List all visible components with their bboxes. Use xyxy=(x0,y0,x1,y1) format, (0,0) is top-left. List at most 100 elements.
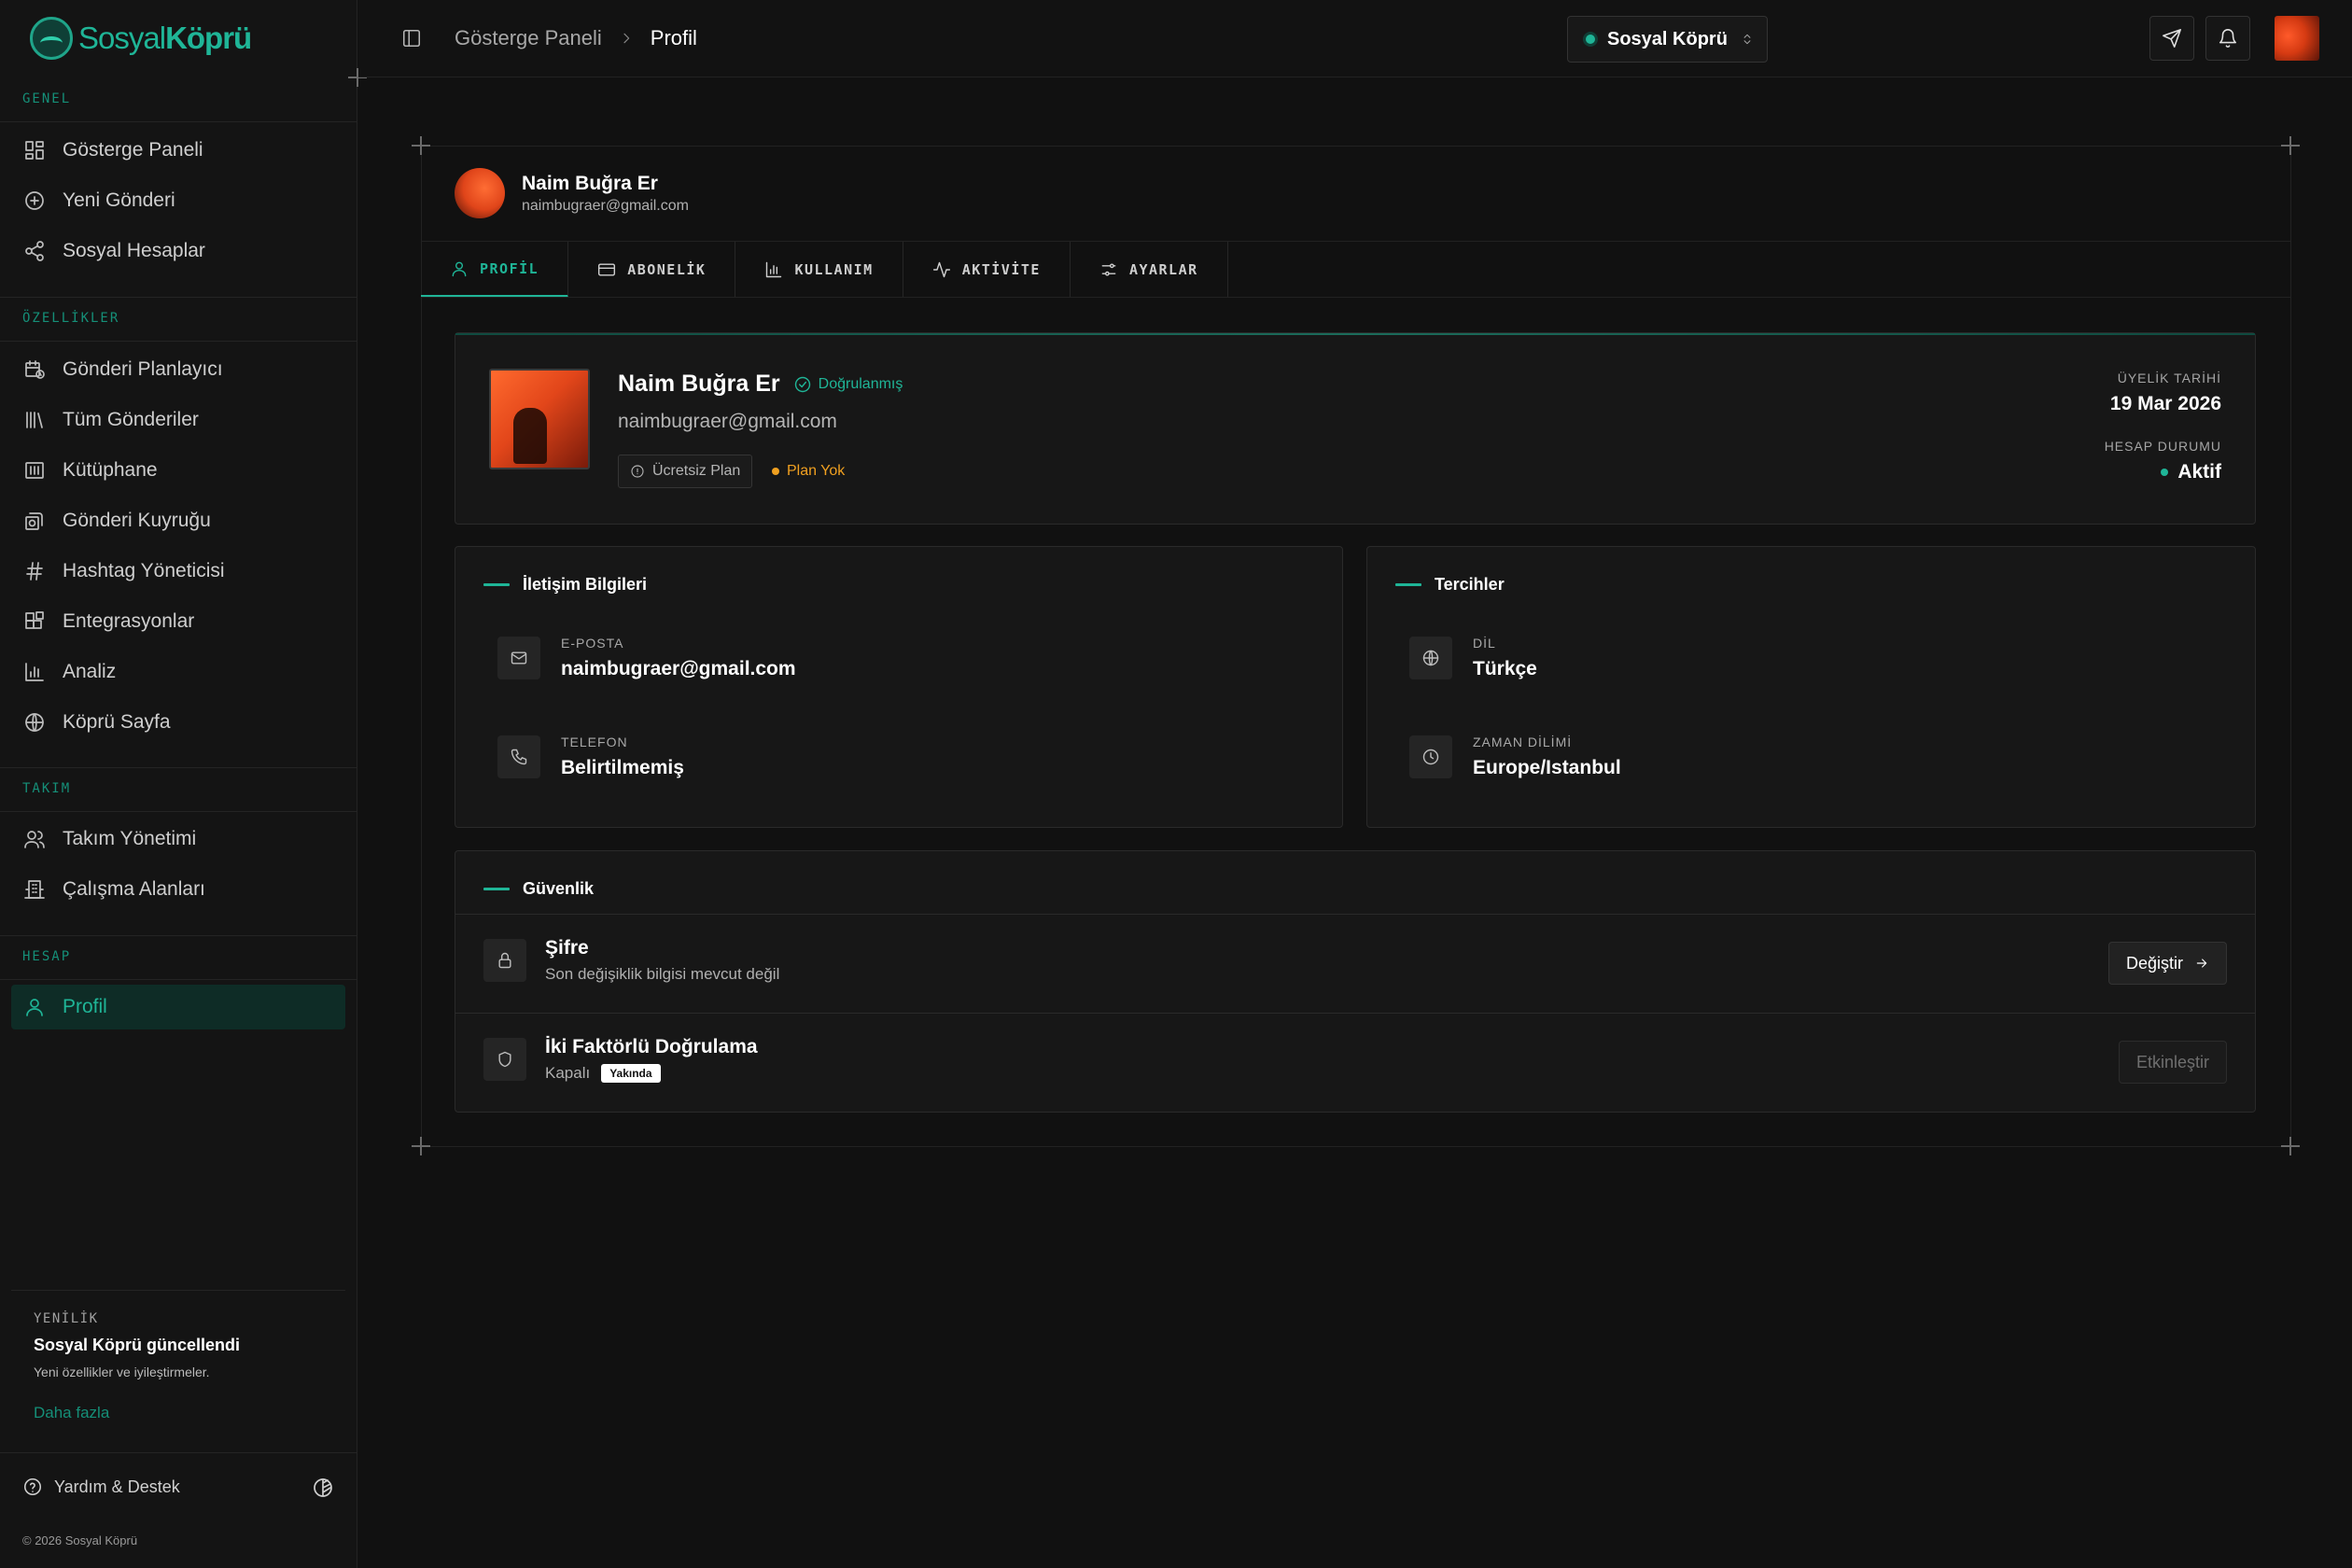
sidebar-toggle-icon[interactable] xyxy=(401,28,422,49)
brand-logo[interactable]: SosyalKöprü xyxy=(30,17,252,60)
sidebar-item-label: Gösterge Paneli xyxy=(63,139,203,161)
divider xyxy=(455,1013,2255,1014)
change-password-button[interactable]: Değiştir xyxy=(2107,942,2227,985)
sidebar-item-bridge-page[interactable]: Köprü Sayfa xyxy=(11,700,345,745)
lock-icon xyxy=(498,952,511,969)
sidebar-item-label: Gönderi Kuyruğu xyxy=(63,510,211,531)
workspace-switcher[interactable]: Sosyal Köprü xyxy=(1567,16,1768,63)
account-status-label: HESAP DURUMU xyxy=(2104,439,2221,454)
sidebar-item-social-accounts[interactable]: Sosyal Hesaplar xyxy=(11,229,345,273)
copyright: © 2026 Sosyal Köprü xyxy=(22,1533,138,1547)
account-status-value: Aktif xyxy=(2177,461,2221,483)
brand-name-bold: Köprü xyxy=(165,21,252,55)
verified-label: Doğrulanmış xyxy=(818,375,903,392)
email-label: E-POSTA xyxy=(561,636,624,651)
card-title: İletişim Bilgileri xyxy=(483,575,647,595)
sidebar-item-dashboard[interactable]: Gösterge Paneli xyxy=(11,128,345,173)
sidebar-item-analytics[interactable]: Analiz xyxy=(11,650,345,694)
divider xyxy=(0,767,357,768)
membership-date-label: ÜYELİK TARİHİ xyxy=(2117,371,2221,385)
activity-icon xyxy=(932,261,950,278)
contact-info-card: İletişim Bilgileri E-POSTA naimbugraer@g… xyxy=(455,546,1343,828)
news-more-link[interactable]: Daha fazla xyxy=(34,1404,323,1422)
phone-value: Belirtilmemiş xyxy=(561,757,684,778)
sidebar-item-profile[interactable]: Profil xyxy=(11,985,345,1029)
password-title: Şifre xyxy=(545,937,589,959)
divider xyxy=(0,811,357,812)
security-title: Güvenlik xyxy=(523,879,595,898)
phone-label: TELEFON xyxy=(561,735,628,749)
globe-icon xyxy=(25,713,44,732)
breadcrumb-current: Profil xyxy=(650,26,697,49)
card-title: Tercihler xyxy=(1395,575,1505,595)
timezone-label: ZAMAN DİLİMİ xyxy=(1473,735,1573,749)
status-dot xyxy=(772,468,779,475)
sidebar-item-label: Çalışma Alanları xyxy=(63,878,205,900)
language-row: DİL Türkçe xyxy=(1409,636,1537,680)
sidebar-item-all-posts[interactable]: Tüm Gönderiler xyxy=(11,398,345,442)
globe-icon xyxy=(1422,650,1439,666)
contact-title: İletişim Bilgileri xyxy=(523,575,648,594)
tab-label: AYARLAR xyxy=(1128,261,1198,278)
email-value: naimbugraer@gmail.com xyxy=(561,658,796,679)
plan-status-label: Plan Yok xyxy=(787,463,846,479)
accent-line xyxy=(455,333,2255,335)
sidebar-item-workspaces[interactable]: Çalışma Alanları xyxy=(11,867,345,912)
sidebar-item-library[interactable]: Kütüphane xyxy=(11,448,345,493)
tab-usage[interactable]: KULLANIM xyxy=(735,242,903,298)
tab-settings[interactable]: AYARLAR xyxy=(1071,242,1228,298)
card-title: Güvenlik xyxy=(483,879,594,899)
membership-date: ÜYELİK TARİHİ 19 Mar 2026 xyxy=(2110,371,2221,415)
users-icon xyxy=(24,831,45,848)
membership-date-value: 19 Mar 2026 xyxy=(2109,393,2221,414)
profile-photo[interactable] xyxy=(489,369,590,469)
enable-2fa-button[interactable]: Etkinleştir xyxy=(2118,1041,2227,1084)
frame-line xyxy=(421,1146,2291,1147)
two-factor-row: İki Faktörlü Doğrulama Kapalı Yakında xyxy=(483,1036,758,1083)
help-support-link[interactable]: Yardım & Destek xyxy=(22,1477,180,1497)
library-icon xyxy=(26,412,43,428)
tab-label: ABONELİK xyxy=(627,261,707,278)
frame-line xyxy=(421,297,2291,298)
user-icon xyxy=(26,999,43,1016)
breadcrumb-dashboard[interactable]: Gösterge Paneli xyxy=(455,26,602,50)
hash-icon xyxy=(26,562,43,581)
sidebar-item-label: Hashtag Yöneticisi xyxy=(63,560,225,581)
sidebar-item-hashtag-manager[interactable]: Hashtag Yöneticisi xyxy=(11,549,345,594)
chevron-right-icon xyxy=(623,33,629,44)
two-factor-status: Kapalı xyxy=(545,1064,591,1082)
theme-toggle-icon[interactable] xyxy=(312,1477,334,1499)
mail-icon xyxy=(511,651,527,665)
sidebar-item-label: Gönderi Planlayıcı xyxy=(63,358,223,380)
tab-subscription[interactable]: ABONELİK xyxy=(568,242,736,298)
notifications-button[interactable] xyxy=(2205,16,2250,61)
phone-icon xyxy=(511,749,527,765)
sidebar-item-integrations[interactable]: Entegrasyonlar xyxy=(11,599,345,644)
sidebar-item-post-planner[interactable]: Gönderi Planlayıcı xyxy=(11,347,345,392)
password-subtitle: Son değişiklik bilgisi mevcut değil xyxy=(545,965,780,983)
tab-activity[interactable]: AKTİVİTE xyxy=(903,242,1071,298)
preferences-card: Tercihler DİL Türkçe ZAMAN DİLİMİ Europe… xyxy=(1366,546,2256,828)
plus-circle-icon xyxy=(25,191,44,210)
clock-icon xyxy=(1422,749,1439,765)
dashboard-icon xyxy=(25,141,44,160)
news-description: Yeni özellikler ve iyileştirmeler. xyxy=(34,1365,210,1379)
language-value: Türkçe xyxy=(1473,658,1537,679)
security-card: Güvenlik Şifre Son değişiklik bilgisi me… xyxy=(455,850,2256,1113)
help-circle-icon xyxy=(23,1477,42,1496)
sidebar-item-label: Sosyal Hesaplar xyxy=(63,240,205,261)
divider xyxy=(455,914,2255,915)
sidebar-item-team-management[interactable]: Takım Yönetimi xyxy=(11,817,345,861)
user-avatar[interactable] xyxy=(2275,16,2319,61)
phone-row: TELEFON Belirtilmemiş xyxy=(497,735,684,779)
sidebar-item-post-queue[interactable]: Gönderi Kuyruğu xyxy=(11,498,345,543)
profile-header-name: Naim Buğra Er xyxy=(522,172,658,194)
sidebar-item-new-post[interactable]: Yeni Gönderi xyxy=(11,178,345,223)
divider xyxy=(0,1452,357,1453)
share-icon xyxy=(25,241,44,261)
archive-icon xyxy=(25,462,44,479)
send-button[interactable] xyxy=(2149,16,2194,61)
tab-profile[interactable]: PROFİL xyxy=(421,242,569,298)
chevron-up-down-icon xyxy=(1743,34,1751,45)
queue-icon xyxy=(25,512,43,530)
